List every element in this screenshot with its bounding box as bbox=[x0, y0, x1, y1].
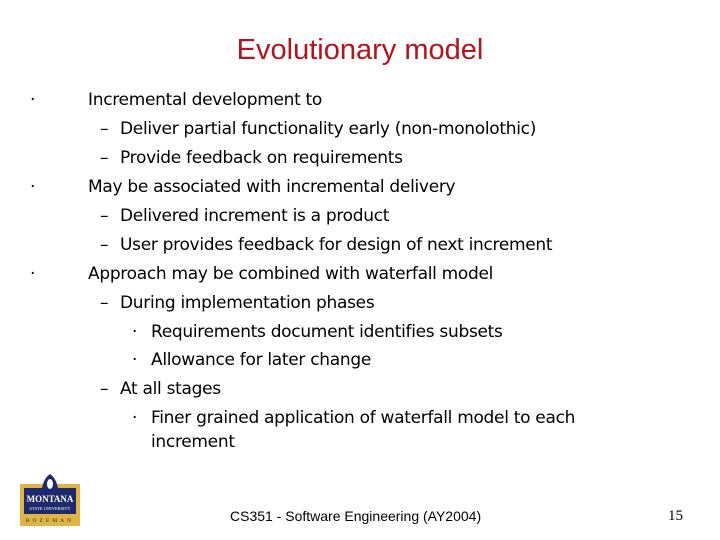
page-number: 15 bbox=[668, 508, 683, 524]
bullet-marker: · bbox=[30, 177, 36, 197]
bullet-marker: · bbox=[30, 90, 36, 110]
bullet-text: Provide feedback on requirements bbox=[120, 148, 403, 168]
bullet-text: Allowance for later change bbox=[151, 350, 371, 370]
bullet-marker: · bbox=[132, 322, 138, 342]
logo-line2: STATE UNIVERSITY bbox=[29, 506, 71, 511]
bullet-text: At all stages bbox=[120, 379, 221, 399]
dash-marker: – bbox=[100, 293, 109, 313]
bullet-marker: · bbox=[30, 264, 36, 284]
dash-marker: – bbox=[100, 235, 109, 255]
bullet-text: Finer grained application of waterfall m… bbox=[151, 408, 576, 428]
bullet-marker: · bbox=[132, 408, 138, 428]
bullet-text: increment bbox=[151, 432, 235, 452]
bullet-text: Approach may be combined with waterfall … bbox=[88, 264, 494, 284]
footer-course-label: CS351 - Software Engineering (AY2004) bbox=[230, 508, 482, 524]
torch-icon bbox=[47, 479, 53, 489]
bullet-text: Incremental development to bbox=[88, 90, 323, 110]
montana-state-logo: MONTANA STATE UNIVERSITY BOZEMAN bbox=[20, 474, 80, 526]
bullet-text: May be associated with incremental deliv… bbox=[88, 177, 456, 197]
bullet-text: User provides feedback for design of nex… bbox=[120, 235, 553, 255]
dash-marker: – bbox=[100, 379, 109, 399]
logo-line3: BOZEMAN bbox=[26, 518, 74, 524]
slide-title: Evolutionary model bbox=[236, 34, 484, 66]
bullet-text: Delivered increment is a product bbox=[120, 206, 390, 226]
dash-marker: – bbox=[100, 119, 109, 139]
dash-marker: – bbox=[100, 148, 109, 168]
dash-marker: – bbox=[100, 206, 109, 226]
bullet-text: During implementation phases bbox=[120, 293, 375, 313]
bullet-text: Deliver partial functionality early (non… bbox=[120, 119, 537, 139]
bullet-text: Requirements document identifies subsets bbox=[151, 322, 503, 342]
bullet-marker: · bbox=[132, 350, 138, 370]
logo-line1: MONTANA bbox=[27, 494, 74, 504]
